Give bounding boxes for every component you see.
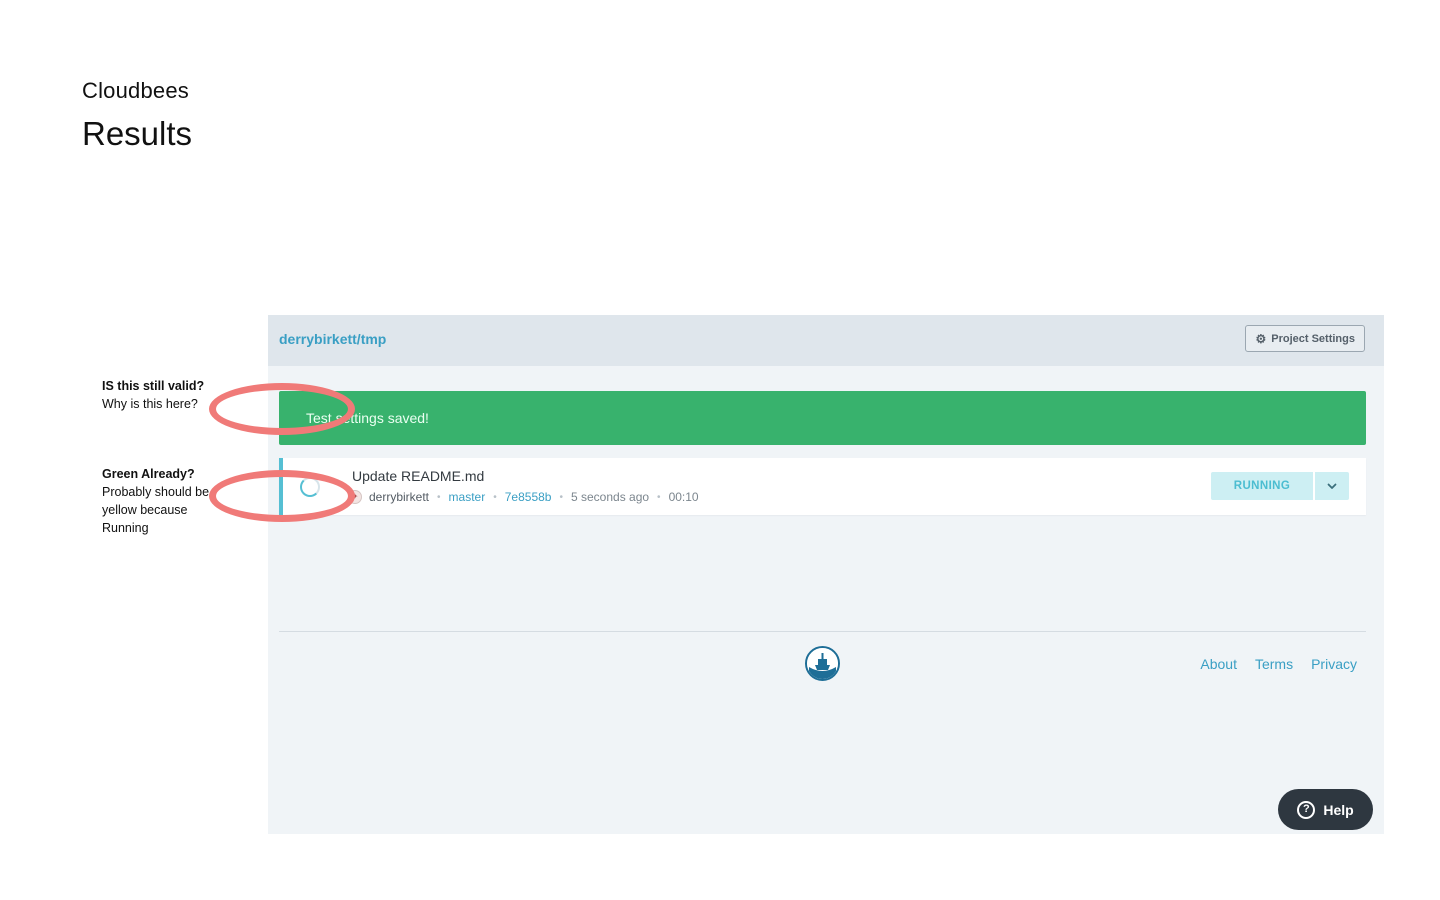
review-note-valid: IS this still valid? Why is this here? xyxy=(102,377,212,413)
footer-link-privacy[interactable]: Privacy xyxy=(1311,656,1357,672)
build-author: derrybirkett xyxy=(369,490,430,504)
separator-dot: • xyxy=(559,491,563,503)
build-duration: 00:10 xyxy=(668,490,699,504)
build-meta: ✦ derrybirkett • master • 7e8558b • 5 se… xyxy=(348,490,699,504)
note-question: Green Already? xyxy=(102,467,195,481)
help-label: Help xyxy=(1323,801,1354,818)
document-subtitle: Cloudbees xyxy=(82,78,189,103)
app-screenshot: derrybirkett/tmp ⚙ Project Settings Test… xyxy=(268,315,1384,834)
footer-link-about[interactable]: About xyxy=(1200,656,1237,672)
note-body: Why is this here? xyxy=(102,397,198,411)
build-row[interactable]: Update README.md ✦ derrybirkett • master… xyxy=(279,458,1366,515)
avatar: ✦ xyxy=(348,490,362,504)
spinner-icon xyxy=(300,477,320,497)
question-circle-icon: ? xyxy=(1297,800,1316,819)
footer-link-terms[interactable]: Terms xyxy=(1255,656,1293,672)
note-question: IS this still valid? xyxy=(102,379,205,393)
flash-message: Test settings saved! xyxy=(306,410,429,426)
build-status-group: RUNNING xyxy=(1211,472,1349,500)
note-body: Probably should be yellow because Runnin… xyxy=(102,485,210,535)
footer-links: About Terms Privacy xyxy=(1200,656,1357,672)
chevron-down-icon xyxy=(1327,483,1337,489)
status-badge[interactable]: RUNNING xyxy=(1211,472,1313,500)
branch-link[interactable]: master xyxy=(449,490,486,504)
repo-link[interactable]: derrybirkett/tmp xyxy=(279,331,386,347)
separator-dot: • xyxy=(493,491,497,503)
ship-logo-icon[interactable] xyxy=(805,646,840,681)
review-note-color: Green Already? Probably should be yellow… xyxy=(102,465,212,537)
separator-dot: • xyxy=(657,491,661,503)
build-time-ago: 5 seconds ago xyxy=(570,490,650,504)
help-button[interactable]: ? Help xyxy=(1278,789,1373,830)
document-header: Cloudbees Results xyxy=(82,78,192,154)
commit-message[interactable]: Update README.md xyxy=(352,468,484,484)
gear-icon: ⚙ xyxy=(1255,331,1267,346)
project-settings-label: Project Settings xyxy=(1271,332,1355,345)
commit-link[interactable]: 7e8558b xyxy=(505,490,552,504)
project-settings-button[interactable]: ⚙ Project Settings xyxy=(1245,325,1365,352)
separator-dot: • xyxy=(437,491,441,503)
document-title: Results xyxy=(82,115,193,152)
project-header: derrybirkett/tmp ⚙ Project Settings xyxy=(268,315,1384,366)
status-dropdown-toggle[interactable] xyxy=(1315,472,1349,500)
flash-success-banner: Test settings saved! xyxy=(279,391,1366,445)
footer-divider xyxy=(279,631,1366,632)
